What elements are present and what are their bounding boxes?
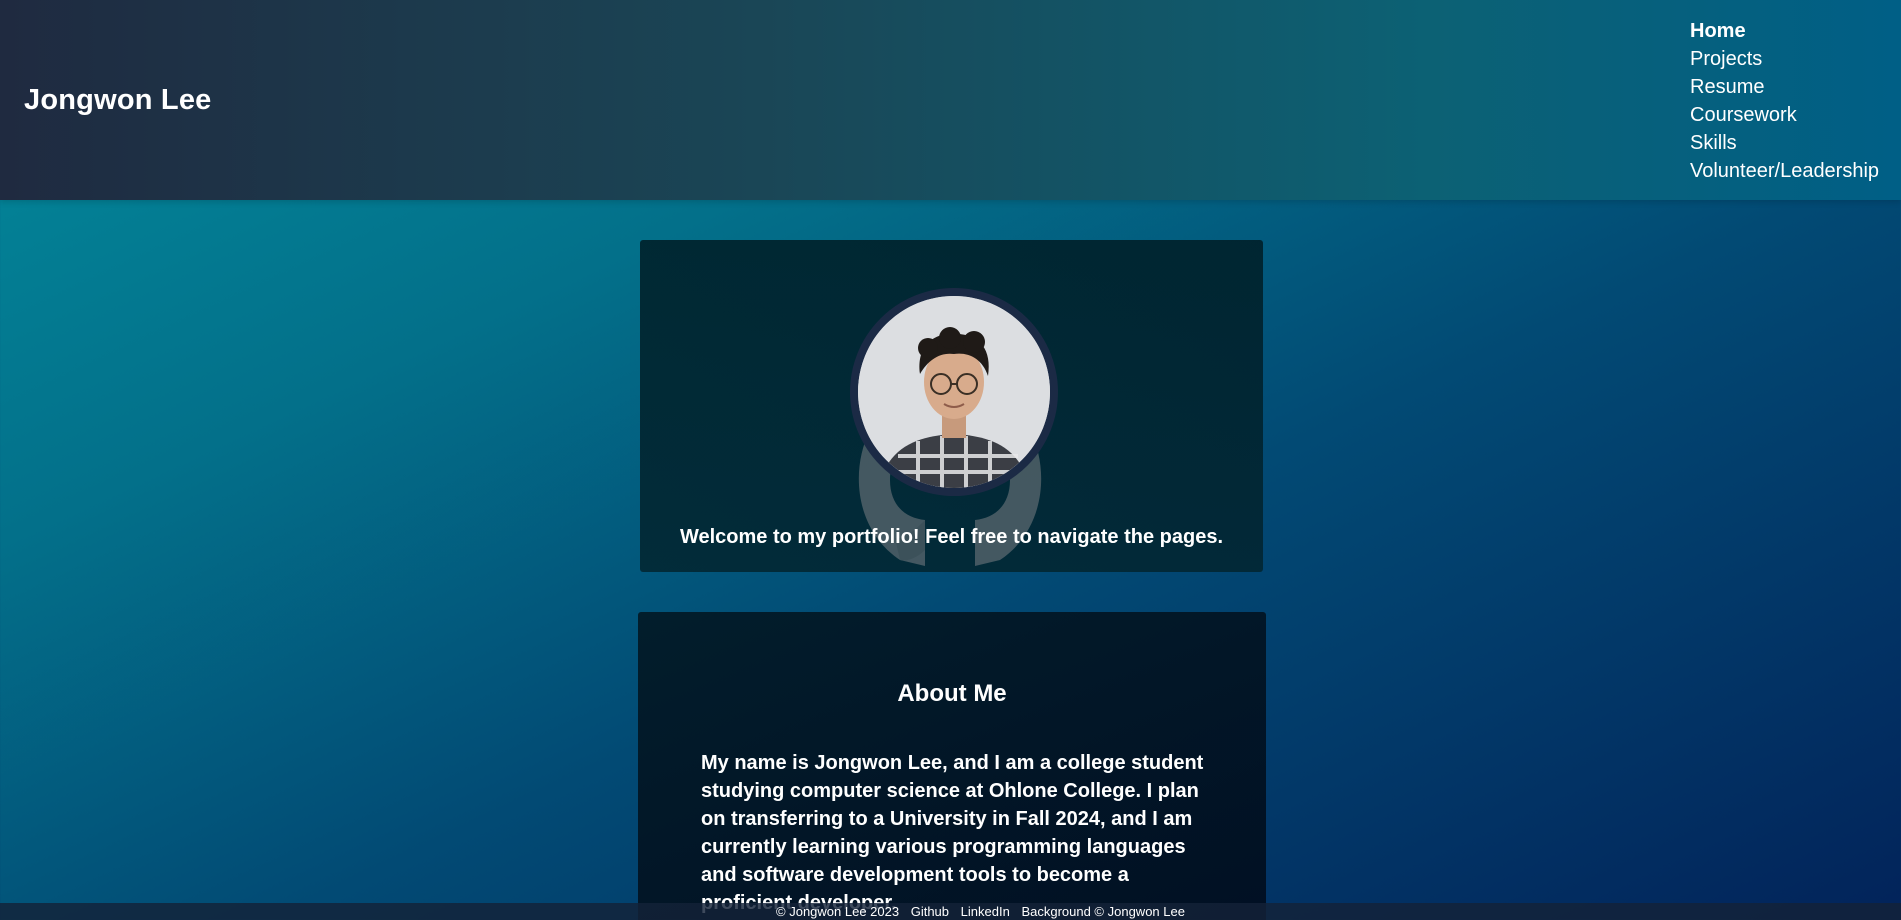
nav-item-coursework[interactable]: Coursework xyxy=(1690,101,1879,129)
main-nav: Home Projects Resume Coursework Skills V… xyxy=(1690,17,1879,185)
footer-background-credit: Background © Jongwon Lee xyxy=(1021,904,1185,919)
about-text: My name is Jongwon Lee, and I am a colle… xyxy=(701,752,1204,914)
profile-photo-image xyxy=(858,296,1050,488)
nav-item-home[interactable]: Home xyxy=(1690,17,1879,45)
about-title: About Me xyxy=(897,680,1007,707)
site-header: Jongwon Lee Home Projects Resume Coursew… xyxy=(0,0,1901,200)
nav-item-volunteer-leadership[interactable]: Volunteer/Leadership xyxy=(1690,157,1879,185)
footer-github-link[interactable]: Github xyxy=(911,904,949,919)
welcome-message: Welcome to my portfolio! Feel free to na… xyxy=(679,526,1224,548)
profile-photo xyxy=(850,288,1058,496)
nav-item-skills[interactable]: Skills xyxy=(1690,129,1879,157)
welcome-card: Welcome to my portfolio! Feel free to na… xyxy=(640,240,1263,572)
site-title: Jongwon Lee xyxy=(24,84,212,116)
nav-item-projects[interactable]: Projects xyxy=(1690,45,1879,73)
about-card: About Me My name is Jongwon Lee, and I a… xyxy=(638,612,1266,920)
footer-linkedin-link[interactable]: LinkedIn xyxy=(961,904,1010,919)
site-footer: © Jongwon Lee 2023 Github LinkedIn Backg… xyxy=(0,903,1901,920)
nav-item-resume[interactable]: Resume xyxy=(1690,73,1879,101)
footer-copyright: © Jongwon Lee 2023 xyxy=(776,904,900,919)
